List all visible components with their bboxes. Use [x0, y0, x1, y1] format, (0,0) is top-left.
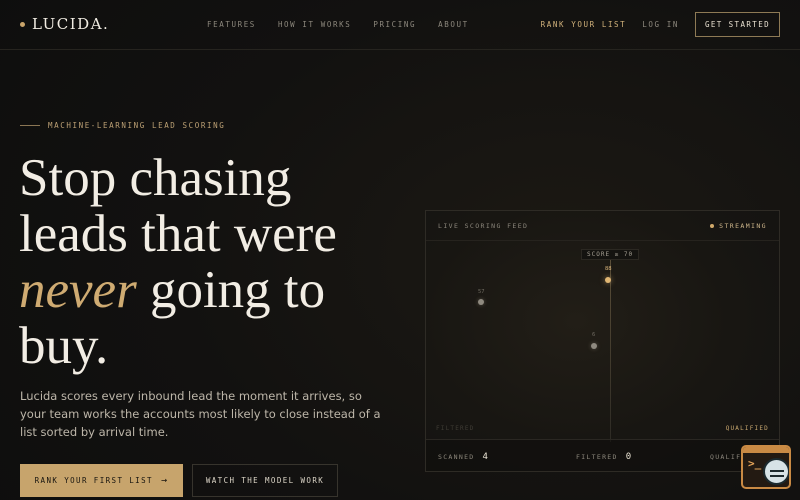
nav-link-about[interactable]: ABOUT [438, 20, 469, 29]
chat-widget-icon[interactable]: >_ [741, 445, 791, 489]
zone-qualified-label: QUALIFIED [725, 425, 769, 432]
headline-line-3: going to [136, 261, 326, 319]
stat-label: SCANNED [438, 453, 475, 461]
lead-score: 6 [592, 332, 596, 338]
logo-dot-icon [20, 21, 25, 27]
widget-titlebar [743, 447, 789, 453]
zone-filtered-label: FILTERED [436, 425, 475, 432]
login-link[interactable]: LOG IN [642, 20, 679, 29]
terminal-prompt-icon: >_ [748, 457, 762, 470]
watch-model-button[interactable]: WATCH THE MODEL WORK [192, 464, 338, 497]
lead-score: 88 [605, 266, 612, 272]
get-started-button[interactable]: GET STARTED [695, 12, 780, 37]
headline-line-1: Stop chasing [19, 149, 292, 207]
threshold-line [610, 259, 611, 442]
stat-scanned: SCANNED 4 [438, 452, 488, 462]
eyebrow-divider [20, 125, 40, 126]
feed-stats: SCANNED 4 FILTERED 0 QUALIFIED 0 [426, 439, 779, 471]
nav-link-features[interactable]: FEATURES [207, 20, 256, 29]
nav-link-pricing[interactable]: PRICING [373, 20, 416, 29]
stat-label: FILTERED [576, 453, 618, 461]
rank-first-list-label: RANK YOUR FIRST LIST [34, 476, 153, 485]
headline-line-4: buy. [19, 317, 109, 375]
arrow-right-icon: → [160, 475, 169, 486]
assistant-avatar-icon [763, 458, 789, 485]
rank-first-list-button[interactable]: RANK YOUR FIRST LIST → [20, 464, 183, 497]
nav-actions: RANK YOUR LIST LOG IN GET STARTED [541, 12, 780, 37]
hero-eyebrow: MACHINE-LEARNING LEAD SCORING [20, 121, 225, 130]
feed-header: LIVE SCORING FEED STREAMING [426, 211, 779, 241]
feed-title: LIVE SCORING FEED [438, 222, 529, 230]
streaming-label: STREAMING [719, 222, 767, 230]
stat-value: 4 [482, 452, 488, 462]
nav-links: FEATURES HOW IT WORKS PRICING ABOUT [207, 20, 491, 29]
hero-headline: Stop chasing leads that were never going… [19, 150, 419, 374]
live-scoring-feed-panel: LIVE SCORING FEED STREAMING SCORE ≥ 70 5… [425, 210, 780, 472]
headline-line-2: leads that were [19, 205, 337, 263]
brand-name: LUCIDA. [32, 15, 110, 33]
hero-subtext: Lucida scores every inbound lead the mom… [20, 389, 381, 439]
lead-score: 57 [478, 289, 485, 295]
threshold-label: SCORE ≥ 70 [581, 249, 640, 260]
nav-link-how-it-works[interactable]: HOW IT WORKS [278, 20, 351, 29]
streaming-status: STREAMING [710, 222, 767, 230]
rank-your-list-link[interactable]: RANK YOUR LIST [541, 20, 627, 29]
brand-logo[interactable]: LUCIDA. [20, 15, 109, 33]
live-dot-icon [710, 224, 715, 228]
stat-value: 0 [625, 452, 632, 462]
lead-dot [591, 343, 597, 349]
headline-accent: never [19, 261, 137, 319]
eyebrow-text: MACHINE-LEARNING LEAD SCORING [48, 121, 226, 130]
stat-filtered: FILTERED 0 [576, 452, 631, 462]
lead-dot [605, 277, 611, 283]
top-nav: LUCIDA. FEATURES HOW IT WORKS PRICING AB… [0, 0, 800, 50]
lead-dot [478, 299, 484, 305]
